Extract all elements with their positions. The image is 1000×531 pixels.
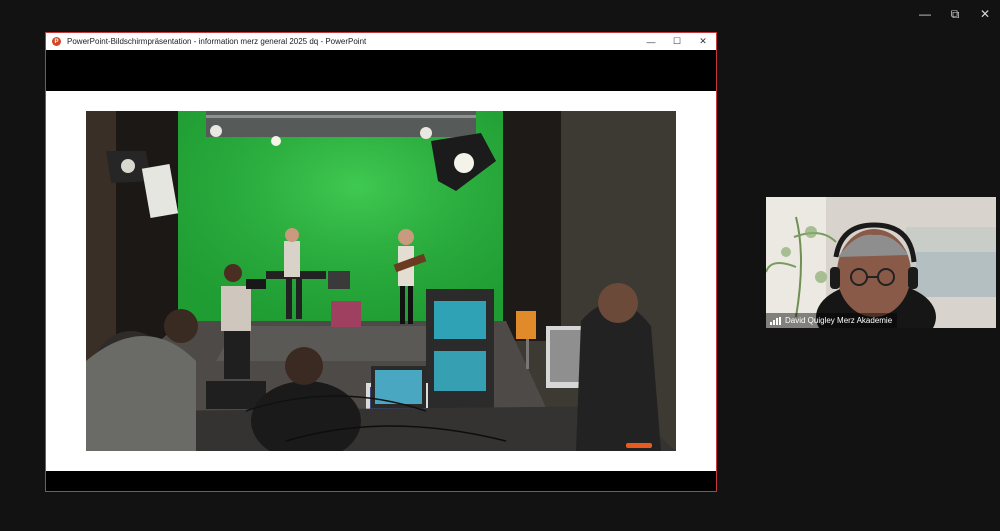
ppt-close-button[interactable]: ✕: [690, 33, 716, 50]
signal-strength-icon: [770, 316, 781, 325]
photo-logo-badge: [626, 443, 652, 448]
outer-restore-button[interactable]: ⧉: [940, 0, 970, 28]
participant-video-feed: [766, 197, 996, 328]
outer-minimize-button[interactable]: —: [910, 0, 940, 28]
slide-canvas: [46, 91, 716, 471]
powerpoint-titlebar: P PowerPoint-Bildschirmpräsentation - in…: [46, 33, 716, 50]
window-title: PowerPoint-Bildschirmpräsentation - info…: [67, 37, 367, 46]
ppt-maximize-button[interactable]: ☐: [664, 33, 690, 50]
studio-photo-illustration: [86, 111, 676, 451]
participant-video-tile[interactable]: David Quigley Merz Akademie: [766, 197, 996, 328]
outer-window-controls: — ⧉ ✕: [910, 0, 1000, 28]
outer-close-button[interactable]: ✕: [970, 0, 1000, 28]
powerpoint-logo-icon: P: [52, 37, 61, 46]
participant-name-label: David Quigley Merz Akademie: [766, 313, 898, 328]
studio-photo: [86, 111, 676, 451]
ppt-minimize-button[interactable]: —: [638, 33, 664, 50]
powerpoint-window: P PowerPoint-Bildschirmpräsentation - in…: [45, 32, 717, 492]
participant-name: David Quigley Merz Akademie: [785, 316, 893, 325]
